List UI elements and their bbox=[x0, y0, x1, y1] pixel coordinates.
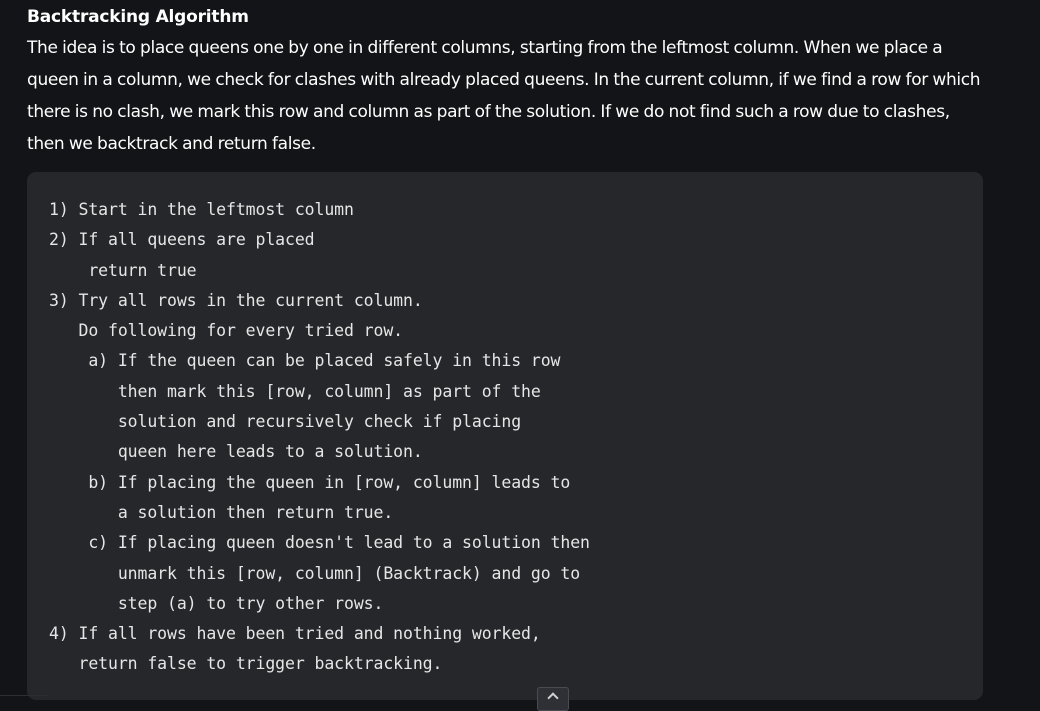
code-line: 3) Try all rows in the current column. bbox=[49, 290, 423, 310]
code-line: return true bbox=[49, 260, 197, 280]
code-line: then mark this [row, column] as part of … bbox=[49, 381, 541, 401]
scroll-to-top-button[interactable] bbox=[537, 687, 569, 711]
algorithm-code: 1) Start in the leftmost column 2) If all… bbox=[49, 195, 590, 680]
code-line: return false to trigger backtracking. bbox=[49, 654, 443, 674]
code-line: 1) Start in the leftmost column bbox=[49, 200, 354, 219]
divider bbox=[0, 695, 48, 696]
intro-paragraph: The idea is to place queens one by one i… bbox=[27, 38, 981, 154]
section-heading: Backtracking Algorithm bbox=[27, 7, 249, 27]
code-line: 4) If all rows have been tried and nothi… bbox=[49, 624, 541, 644]
code-line: c) If placing queen doesn't lead to a so… bbox=[49, 533, 590, 553]
code-line: b) If placing the queen in [row, column]… bbox=[49, 472, 571, 492]
article: Backtracking Algorithm The idea is to pl… bbox=[27, 6, 987, 160]
code-line: Do following for every tried row. bbox=[49, 321, 404, 341]
code-line: step (a) to try other rows. bbox=[49, 593, 384, 613]
chevron-up-icon bbox=[547, 692, 559, 704]
code-line: queen here leads to a solution. bbox=[49, 442, 423, 462]
code-block: 1) Start in the leftmost column 2) If all… bbox=[27, 172, 983, 700]
code-line: 2) If all queens are placed bbox=[49, 230, 315, 250]
code-line: unmark this [row, column] (Backtrack) an… bbox=[49, 563, 581, 583]
code-line: a solution then return true. bbox=[49, 502, 394, 522]
code-line: solution and recursively check if placin… bbox=[49, 412, 522, 432]
code-line: a) If the queen can be placed safely in … bbox=[49, 351, 561, 371]
